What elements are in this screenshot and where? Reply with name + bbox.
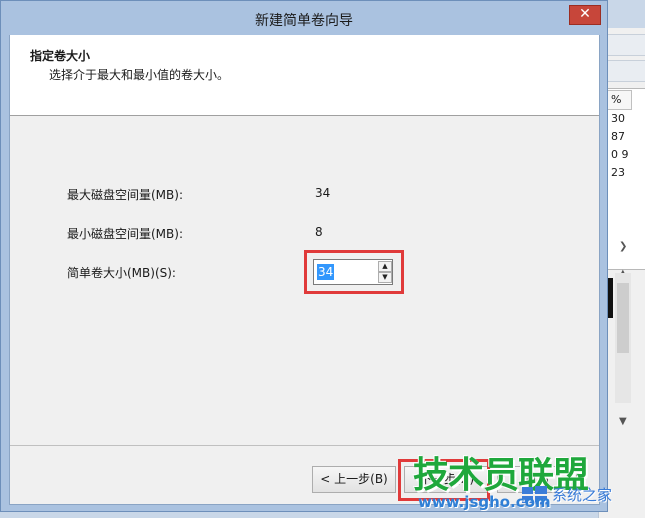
volume-size-label: 简单卷大小(MB)(S): (67, 266, 176, 280)
page-heading: 指定卷大小 (30, 49, 91, 63)
page-subheading: 选择介于最大和最小值的卷大小。 (49, 68, 230, 82)
background-toolbar-2 (607, 60, 645, 82)
title-bar[interactable]: 新建简单卷向导 ✕ (1, 1, 607, 35)
background-cell: 30 (611, 112, 625, 125)
highlight-box-size (304, 250, 404, 294)
watermark-url: www.jsgho.com (418, 493, 551, 511)
scroll-down-icon[interactable]: ▼ (619, 416, 627, 427)
background-toolbar (607, 34, 645, 56)
close-button[interactable]: ✕ (569, 5, 601, 25)
back-button[interactable]: < 上一步(B) (312, 466, 396, 493)
watermark-site: 系统之家 (552, 486, 613, 504)
background-cell: 23 (611, 166, 625, 179)
min-space-label: 最小磁盘空间量(MB): (67, 227, 183, 241)
background-cell: 0 9 (611, 148, 629, 161)
background-scroll-thumb[interactable] (617, 283, 629, 353)
background-column-header-percent[interactable]: % (607, 90, 632, 110)
close-icon: ✕ (579, 6, 591, 22)
min-space-value: 8 (315, 225, 323, 239)
scroll-right-icon[interactable]: ❯ (619, 241, 627, 252)
max-space-label: 最大磁盘空间量(MB): (67, 188, 183, 202)
background-cell: 87 (611, 130, 625, 143)
dialog-title: 新建简单卷向导 (255, 13, 353, 29)
max-space-value: 34 (315, 186, 331, 200)
